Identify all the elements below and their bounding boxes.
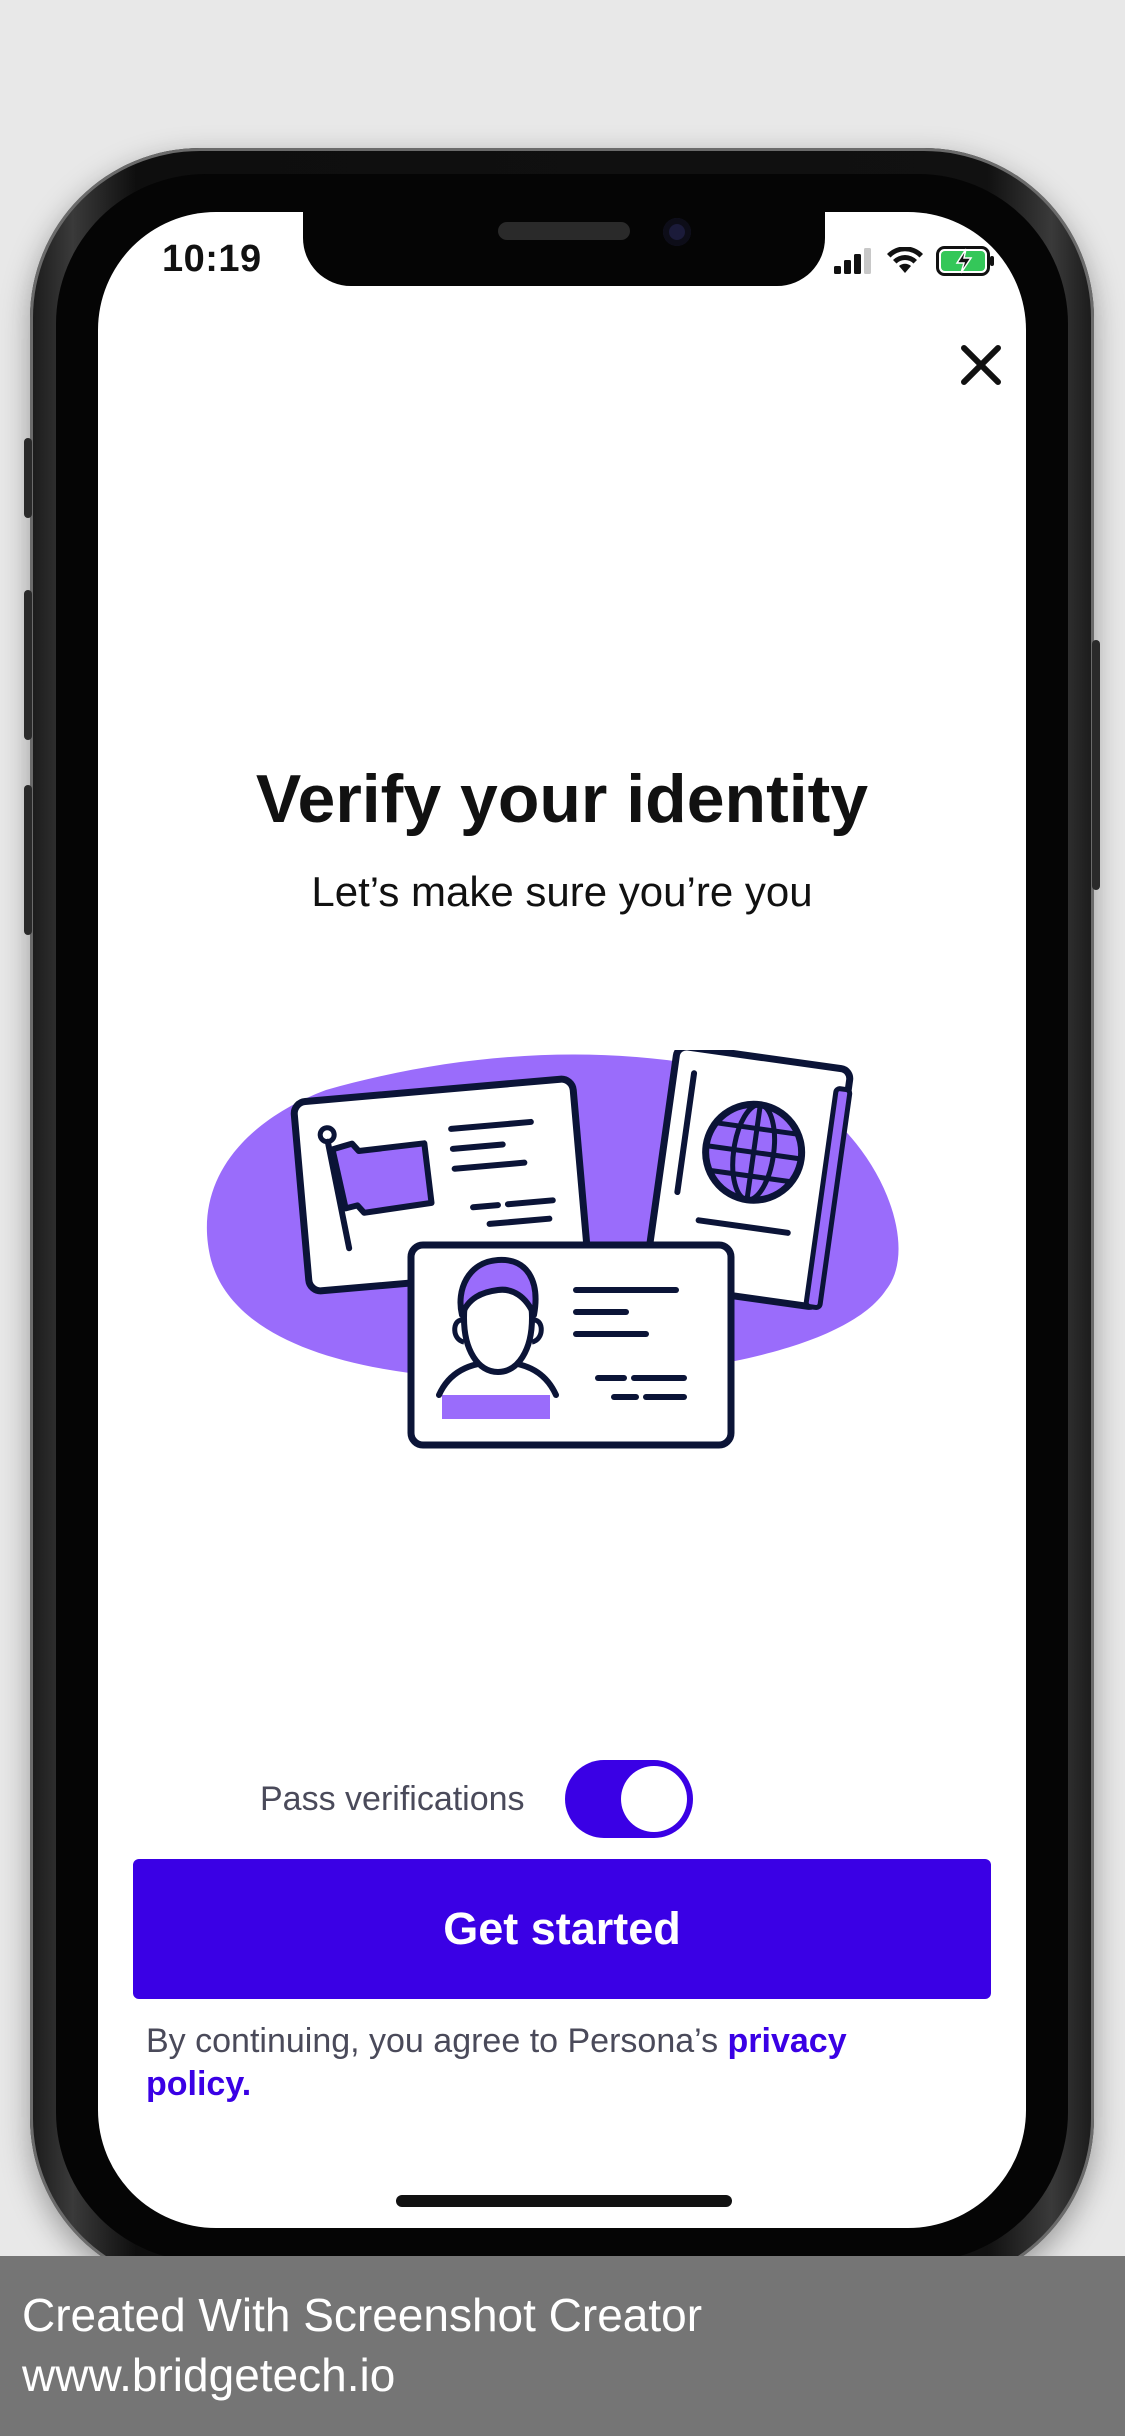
get-started-button[interactable]: Get started	[133, 1859, 991, 1999]
mute-switch	[24, 438, 32, 518]
status-icons	[834, 246, 996, 276]
footer-line-2: www.bridgetech.io	[22, 2349, 396, 2401]
power-button	[1092, 640, 1100, 890]
page-title: Verify your identity	[255, 761, 869, 837]
close-icon[interactable]	[958, 342, 1004, 388]
footer-line-1: Created With Screenshot Creator	[22, 2289, 703, 2341]
volume-up-button	[24, 590, 32, 740]
volume-down-button	[24, 785, 32, 935]
wifi-icon	[887, 247, 923, 273]
app-screen: 10:19 Verify your identity Let’s make su…	[98, 212, 1026, 2228]
notch	[303, 212, 825, 286]
status-time: 10:19	[162, 238, 262, 280]
battery-charging-icon	[936, 246, 994, 276]
front-camera	[663, 218, 691, 246]
page-subtitle: Let’s make sure you’re you	[311, 868, 813, 915]
pass-verifications-row: Pass verifications	[260, 1760, 693, 1838]
earpiece-speaker	[498, 222, 630, 240]
legal-text: By continuing, you agree to Persona’s pr…	[146, 2020, 946, 2106]
toggle-knob	[620, 1766, 687, 1832]
home-indicator[interactable]	[396, 2195, 732, 2207]
watermark-footer: Created With Screenshot Creator www.brid…	[0, 2256, 1125, 2436]
signal-icon	[834, 248, 871, 274]
id-documents-illustration	[206, 1050, 899, 1449]
toggle-label: Pass verifications	[260, 1779, 525, 1818]
photo-id-card	[407, 1241, 735, 1449]
legal-prefix: By continuing, you agree to Persona’s	[146, 2022, 728, 2060]
pass-verifications-toggle[interactable]	[564, 1760, 693, 1838]
